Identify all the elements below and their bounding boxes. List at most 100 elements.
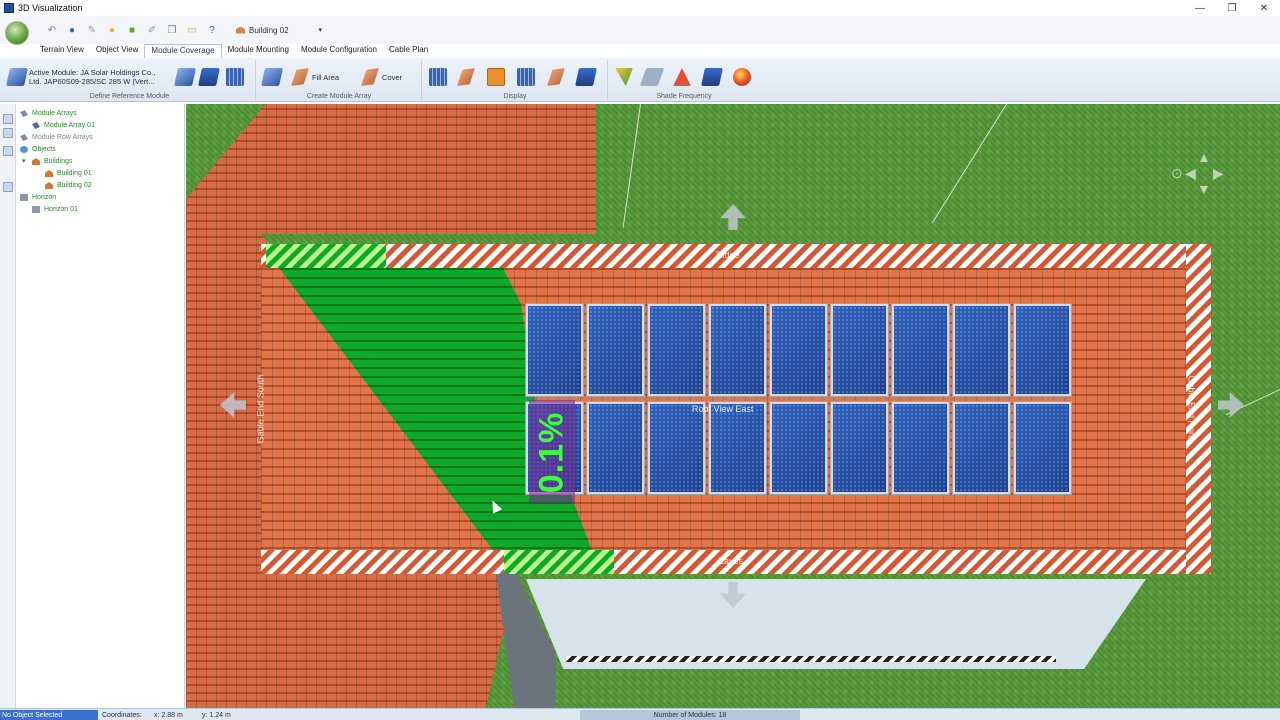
orbit-icon[interactable]: ⊙ bbox=[1171, 165, 1183, 182]
solar-module[interactable] bbox=[587, 402, 644, 494]
module-edit-button[interactable] bbox=[174, 66, 197, 88]
solar-module[interactable] bbox=[1014, 304, 1071, 396]
coordinate-x: x: 2.88 m bbox=[154, 711, 183, 719]
solar-module[interactable] bbox=[770, 304, 827, 396]
tree-options-icon[interactable] bbox=[3, 182, 13, 192]
solar-module[interactable] bbox=[587, 304, 644, 396]
tree-item-module-array-01[interactable]: Module Array 01 bbox=[32, 122, 95, 129]
tab-module-configuration[interactable]: Module Configuration bbox=[295, 44, 383, 58]
shade-scale-button[interactable] bbox=[733, 66, 754, 88]
pan-left-icon[interactable]: ◀ bbox=[1185, 165, 1196, 182]
cover-button[interactable]: Cover bbox=[361, 66, 402, 88]
tree-item-building-02[interactable]: Building 02 bbox=[45, 182, 92, 189]
title-bar: 3D Visualization — ❐ ✕ bbox=[0, 0, 1280, 16]
solar-module[interactable] bbox=[770, 402, 827, 494]
tree-item-objects[interactable]: Objects bbox=[20, 146, 56, 153]
display-grid-button[interactable] bbox=[517, 66, 538, 88]
tree-expand-icon[interactable] bbox=[3, 114, 13, 124]
edit-icon[interactable]: ✐ bbox=[144, 22, 160, 38]
building-icon bbox=[45, 170, 53, 177]
copy-icon[interactable]: ❐ bbox=[164, 22, 180, 38]
solar-module[interactable] bbox=[831, 402, 888, 494]
cover-icon bbox=[361, 68, 379, 86]
solar-module[interactable] bbox=[709, 304, 766, 396]
shade-analysis-button[interactable] bbox=[673, 66, 694, 88]
maximize-icon[interactable]: ❐ bbox=[1216, 0, 1248, 16]
solar-module[interactable] bbox=[831, 304, 888, 396]
tree-filter-icon[interactable] bbox=[3, 146, 13, 156]
display-modules-button[interactable] bbox=[429, 66, 450, 88]
fill-area-icon bbox=[291, 68, 309, 86]
horizon-icon bbox=[20, 194, 28, 201]
tree-item-buildings[interactable]: Buildings bbox=[32, 158, 72, 165]
building-selector[interactable]: Building 02 ▾ bbox=[236, 22, 322, 38]
tree-item-module-row-arrays[interactable]: Module Row Arrays bbox=[20, 134, 93, 141]
paste-icon[interactable]: ▭ bbox=[184, 22, 200, 38]
shade-surface-button[interactable] bbox=[615, 66, 636, 88]
shade-modules-button[interactable] bbox=[701, 66, 724, 88]
active-module-button[interactable]: Active Module: JA Solar Holdings Co., Lt… bbox=[6, 66, 174, 88]
pan-down-icon[interactable]: ▼ bbox=[1197, 181, 1211, 197]
group-label: Create Module Array bbox=[306, 93, 372, 100]
solar-module[interactable] bbox=[892, 304, 949, 396]
module-array[interactable] bbox=[526, 304, 1072, 500]
place-module-icon bbox=[261, 68, 283, 86]
ribbon-tabs: Terrain View Object View Module Coverage… bbox=[34, 44, 434, 58]
close-icon[interactable]: ✕ bbox=[1248, 0, 1280, 16]
3d-viewport[interactable]: 0.1% Ridge Eaves Roof View East Gable En… bbox=[186, 104, 1280, 708]
tab-terrain-view[interactable]: Terrain View bbox=[34, 44, 90, 58]
horizon-icon bbox=[32, 206, 40, 213]
undo-icon[interactable]: ↶ bbox=[44, 22, 60, 38]
solar-module[interactable] bbox=[709, 402, 766, 494]
roof-icon bbox=[457, 68, 475, 86]
navigation-control[interactable]: ⊙ ▲ ◀ ▶ ▼ bbox=[1171, 149, 1231, 201]
minimize-icon[interactable]: — bbox=[1184, 0, 1216, 16]
tab-module-coverage[interactable]: Module Coverage bbox=[144, 44, 222, 58]
fill-area-button[interactable]: Fill Area bbox=[291, 66, 339, 88]
tools-icon[interactable]: ✎ bbox=[84, 22, 100, 38]
solar-module[interactable] bbox=[892, 402, 949, 494]
module-settings-button[interactable] bbox=[198, 66, 221, 88]
quick-access-toolbar: ↶ ● ✎ ● ■ ✐ ❐ ▭ ? bbox=[0, 16, 1280, 44]
tree-collapse-icon[interactable] bbox=[3, 128, 13, 138]
solar-module[interactable] bbox=[953, 402, 1010, 494]
gable-south-label: Gable End South bbox=[255, 374, 266, 444]
tree-item-horizon[interactable]: Horizon bbox=[20, 194, 56, 201]
group-label: Shade Frequency bbox=[656, 93, 712, 100]
application-menu-button[interactable] bbox=[5, 21, 29, 45]
display-tile-button[interactable] bbox=[547, 66, 568, 88]
solar-module[interactable] bbox=[1014, 402, 1071, 494]
pan-up-icon[interactable]: ▲ bbox=[1197, 149, 1211, 165]
coordinate-y: y: 1.24 m bbox=[202, 711, 231, 719]
shade-hide-button[interactable] bbox=[639, 66, 665, 88]
tree-item-building-01[interactable]: Building 01 bbox=[45, 170, 92, 177]
pan-right-icon[interactable]: ▶ bbox=[1213, 165, 1224, 182]
group-label: Display bbox=[503, 93, 527, 100]
tab-object-view[interactable]: Object View bbox=[90, 44, 145, 58]
tree-item-label: Horizon 01 bbox=[44, 206, 78, 213]
tree-item-label: Building 02 bbox=[57, 182, 92, 189]
help-icon[interactable]: ? bbox=[204, 22, 220, 38]
window-title: 3D Visualization bbox=[18, 3, 83, 13]
tab-cable-plan[interactable]: Cable Plan bbox=[383, 44, 434, 58]
solar-module[interactable] bbox=[648, 402, 705, 494]
ribbon: Active Module: JA Solar Holdings Co., Lt… bbox=[0, 58, 1280, 102]
solar-module[interactable] bbox=[953, 304, 1010, 396]
tree-item-horizon-01[interactable]: Horizon 01 bbox=[32, 206, 78, 213]
expand-toggle-icon[interactable]: ▾ bbox=[22, 157, 26, 165]
tree-item-module-arrays[interactable]: Module Arrays bbox=[20, 110, 77, 117]
info-icon[interactable]: ● bbox=[64, 22, 80, 38]
display-roof-button[interactable] bbox=[457, 66, 478, 88]
buildings-icon bbox=[32, 158, 40, 165]
display-layout-button[interactable] bbox=[575, 66, 598, 88]
module-orientation-button[interactable] bbox=[226, 66, 247, 88]
ridge-label: Ridge bbox=[716, 250, 740, 260]
place-module-button[interactable] bbox=[261, 66, 284, 88]
tab-module-mounting[interactable]: Module Mounting bbox=[222, 44, 295, 58]
solar-module[interactable] bbox=[648, 304, 705, 396]
save-icon[interactable]: ■ bbox=[124, 22, 140, 38]
solar-module[interactable] bbox=[526, 304, 583, 396]
display-area-button[interactable] bbox=[487, 66, 508, 88]
light-icon[interactable]: ● bbox=[104, 22, 120, 38]
wall-edge-hatch bbox=[566, 656, 1056, 662]
